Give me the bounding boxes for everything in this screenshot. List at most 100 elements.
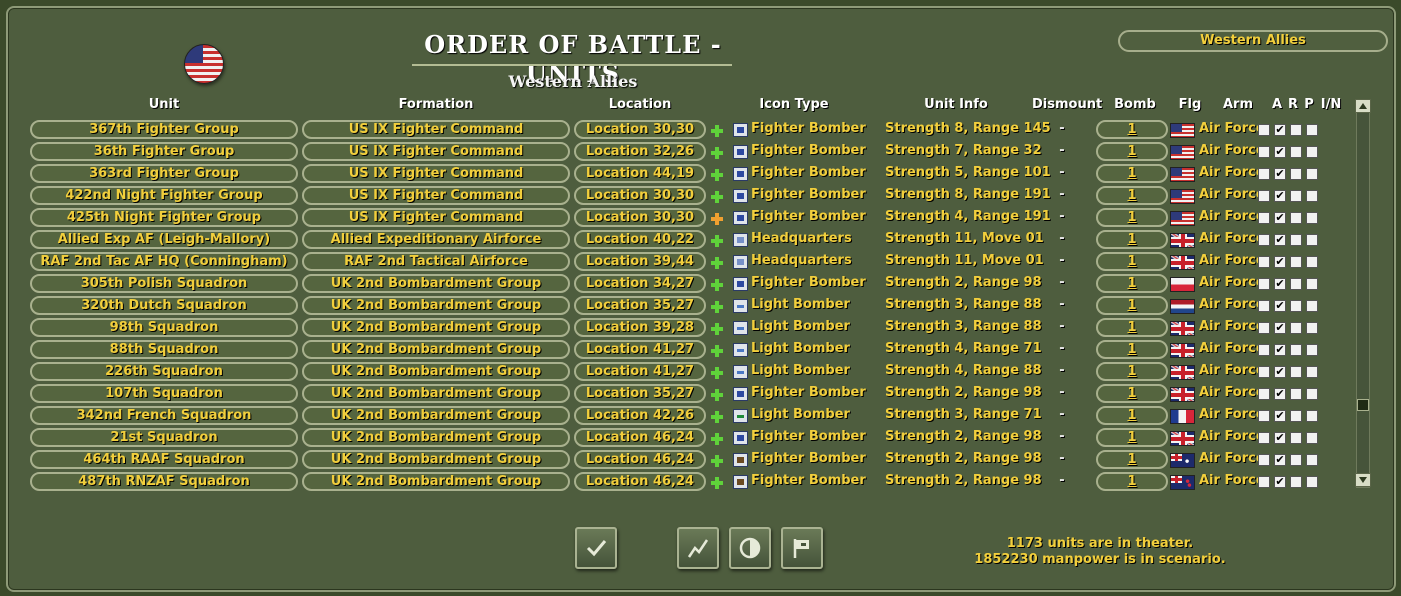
- checkbox-p[interactable]: [1290, 366, 1302, 378]
- checkbox-r[interactable]: ✔: [1274, 344, 1286, 356]
- unit-name-button[interactable]: 487th RNZAF Squadron: [30, 472, 298, 491]
- unit-name-button[interactable]: Allied Exp AF (Leigh-Mallory): [30, 230, 298, 249]
- checkbox-p[interactable]: [1290, 124, 1302, 136]
- checkbox-a[interactable]: [1258, 432, 1270, 444]
- bomb-value-button[interactable]: 1: [1096, 384, 1168, 403]
- unit-name-button[interactable]: 107th Squadron: [30, 384, 298, 403]
- col-header-icon-type[interactable]: Icon Type: [736, 97, 852, 112]
- plus-icon[interactable]: [711, 191, 723, 203]
- unit-name-button[interactable]: 21st Squadron: [30, 428, 298, 447]
- location-button[interactable]: Location 46,24: [574, 472, 706, 491]
- checkbox-r[interactable]: ✔: [1274, 388, 1286, 400]
- col-header-p[interactable]: P: [1302, 97, 1316, 112]
- unit-name-button[interactable]: 425th Night Fighter Group: [30, 208, 298, 227]
- checkbox-r[interactable]: ✔: [1274, 454, 1286, 466]
- formation-button[interactable]: UK 2nd Bombardment Group: [302, 362, 570, 381]
- checkbox-in[interactable]: [1306, 256, 1318, 268]
- checkbox-in[interactable]: [1306, 234, 1318, 246]
- table-row[interactable]: 88th Squadron UK 2nd Bombardment Group Loc…: [0, 339, 1350, 361]
- bomb-value-button[interactable]: 1: [1096, 472, 1168, 491]
- plus-icon[interactable]: [711, 389, 723, 401]
- checkbox-in[interactable]: [1306, 300, 1318, 312]
- bomb-value-button[interactable]: 1: [1096, 142, 1168, 161]
- side-selector[interactable]: Western Allies: [1118, 30, 1388, 52]
- checkbox-r[interactable]: ✔: [1274, 190, 1286, 202]
- location-button[interactable]: Location 39,28: [574, 318, 706, 337]
- bomb-value-button[interactable]: 1: [1096, 406, 1168, 425]
- checkbox-a[interactable]: [1258, 124, 1270, 136]
- col-header-unit[interactable]: Unit: [30, 97, 298, 112]
- bomb-value-button[interactable]: 1: [1096, 296, 1168, 315]
- checkbox-r[interactable]: ✔: [1274, 300, 1286, 312]
- checkbox-r[interactable]: ✔: [1274, 234, 1286, 246]
- location-button[interactable]: Location 41,27: [574, 340, 706, 359]
- checkbox-in[interactable]: [1306, 124, 1318, 136]
- checkbox-p[interactable]: [1290, 256, 1302, 268]
- location-button[interactable]: Location 41,27: [574, 362, 706, 381]
- checkbox-p[interactable]: [1290, 300, 1302, 312]
- bomb-value-button[interactable]: 1: [1096, 186, 1168, 205]
- table-row[interactable]: RAF 2nd Tac AF HQ (Conningham) RAF 2nd Ta…: [0, 251, 1350, 273]
- checkbox-a[interactable]: [1258, 146, 1270, 158]
- col-header-location[interactable]: Location: [574, 97, 706, 112]
- formation-button[interactable]: US IX Fighter Command: [302, 142, 570, 161]
- plus-icon[interactable]: [711, 213, 723, 225]
- checkbox-in[interactable]: [1306, 454, 1318, 466]
- checkbox-p[interactable]: [1290, 454, 1302, 466]
- checkbox-a[interactable]: [1258, 212, 1270, 224]
- checkbox-a[interactable]: [1258, 476, 1270, 488]
- checkbox-p[interactable]: [1290, 432, 1302, 444]
- checkbox-p[interactable]: [1290, 234, 1302, 246]
- plus-icon[interactable]: [711, 257, 723, 269]
- table-row[interactable]: 464th RAAF Squadron UK 2nd Bombardment Gr…: [0, 449, 1350, 471]
- unit-name-button[interactable]: 464th RAAF Squadron: [30, 450, 298, 469]
- checkbox-r[interactable]: ✔: [1274, 124, 1286, 136]
- plus-icon[interactable]: [711, 323, 723, 335]
- formation-button[interactable]: UK 2nd Bombardment Group: [302, 472, 570, 491]
- plus-icon[interactable]: [711, 411, 723, 423]
- location-button[interactable]: Location 34,27: [574, 274, 706, 293]
- table-row[interactable]: 363rd Fighter Group US IX Fighter Command…: [0, 163, 1350, 185]
- checkbox-in[interactable]: [1306, 322, 1318, 334]
- unit-name-button[interactable]: 305th Polish Squadron: [30, 274, 298, 293]
- bomb-value-button[interactable]: 1: [1096, 252, 1168, 271]
- scroll-thumb[interactable]: [1357, 399, 1369, 411]
- formation-button[interactable]: UK 2nd Bombardment Group: [302, 406, 570, 425]
- checkbox-r[interactable]: ✔: [1274, 366, 1286, 378]
- table-row[interactable]: 305th Polish Squadron UK 2nd Bombardment …: [0, 273, 1350, 295]
- bomb-value-button[interactable]: 1: [1096, 120, 1168, 139]
- checkbox-p[interactable]: [1290, 410, 1302, 422]
- checkbox-r[interactable]: ✔: [1274, 322, 1286, 334]
- formation-button[interactable]: UK 2nd Bombardment Group: [302, 340, 570, 359]
- table-row[interactable]: 422nd Night Fighter Group US IX Fighter C…: [0, 185, 1350, 207]
- chart-button[interactable]: [677, 527, 719, 569]
- location-button[interactable]: Location 30,30: [574, 208, 706, 227]
- unit-name-button[interactable]: 226th Squadron: [30, 362, 298, 381]
- location-button[interactable]: Location 30,30: [574, 120, 706, 139]
- ok-button[interactable]: [575, 527, 617, 569]
- location-button[interactable]: Location 35,27: [574, 296, 706, 315]
- unit-name-button[interactable]: 363rd Fighter Group: [30, 164, 298, 183]
- checkbox-r[interactable]: ✔: [1274, 212, 1286, 224]
- bomb-value-button[interactable]: 1: [1096, 318, 1168, 337]
- checkbox-a[interactable]: [1258, 256, 1270, 268]
- plus-icon[interactable]: [711, 301, 723, 313]
- plus-icon[interactable]: [711, 235, 723, 247]
- unit-name-button[interactable]: 342nd French Squadron: [30, 406, 298, 425]
- unit-name-button[interactable]: 36th Fighter Group: [30, 142, 298, 161]
- col-header-r[interactable]: R: [1286, 97, 1300, 112]
- table-row[interactable]: 98th Squadron UK 2nd Bombardment Group Loc…: [0, 317, 1350, 339]
- checkbox-in[interactable]: [1306, 410, 1318, 422]
- table-row[interactable]: 107th Squadron UK 2nd Bombardment Group Lo…: [0, 383, 1350, 405]
- location-button[interactable]: Location 40,22: [574, 230, 706, 249]
- location-button[interactable]: Location 35,27: [574, 384, 706, 403]
- checkbox-p[interactable]: [1290, 278, 1302, 290]
- table-row[interactable]: Allied Exp AF (Leigh-Mallory) Allied Expe…: [0, 229, 1350, 251]
- bomb-value-button[interactable]: 1: [1096, 428, 1168, 447]
- checkbox-in[interactable]: [1306, 212, 1318, 224]
- checkbox-p[interactable]: [1290, 388, 1302, 400]
- formation-button[interactable]: US IX Fighter Command: [302, 164, 570, 183]
- checkbox-in[interactable]: [1306, 190, 1318, 202]
- plus-icon[interactable]: [711, 279, 723, 291]
- unit-name-button[interactable]: 88th Squadron: [30, 340, 298, 359]
